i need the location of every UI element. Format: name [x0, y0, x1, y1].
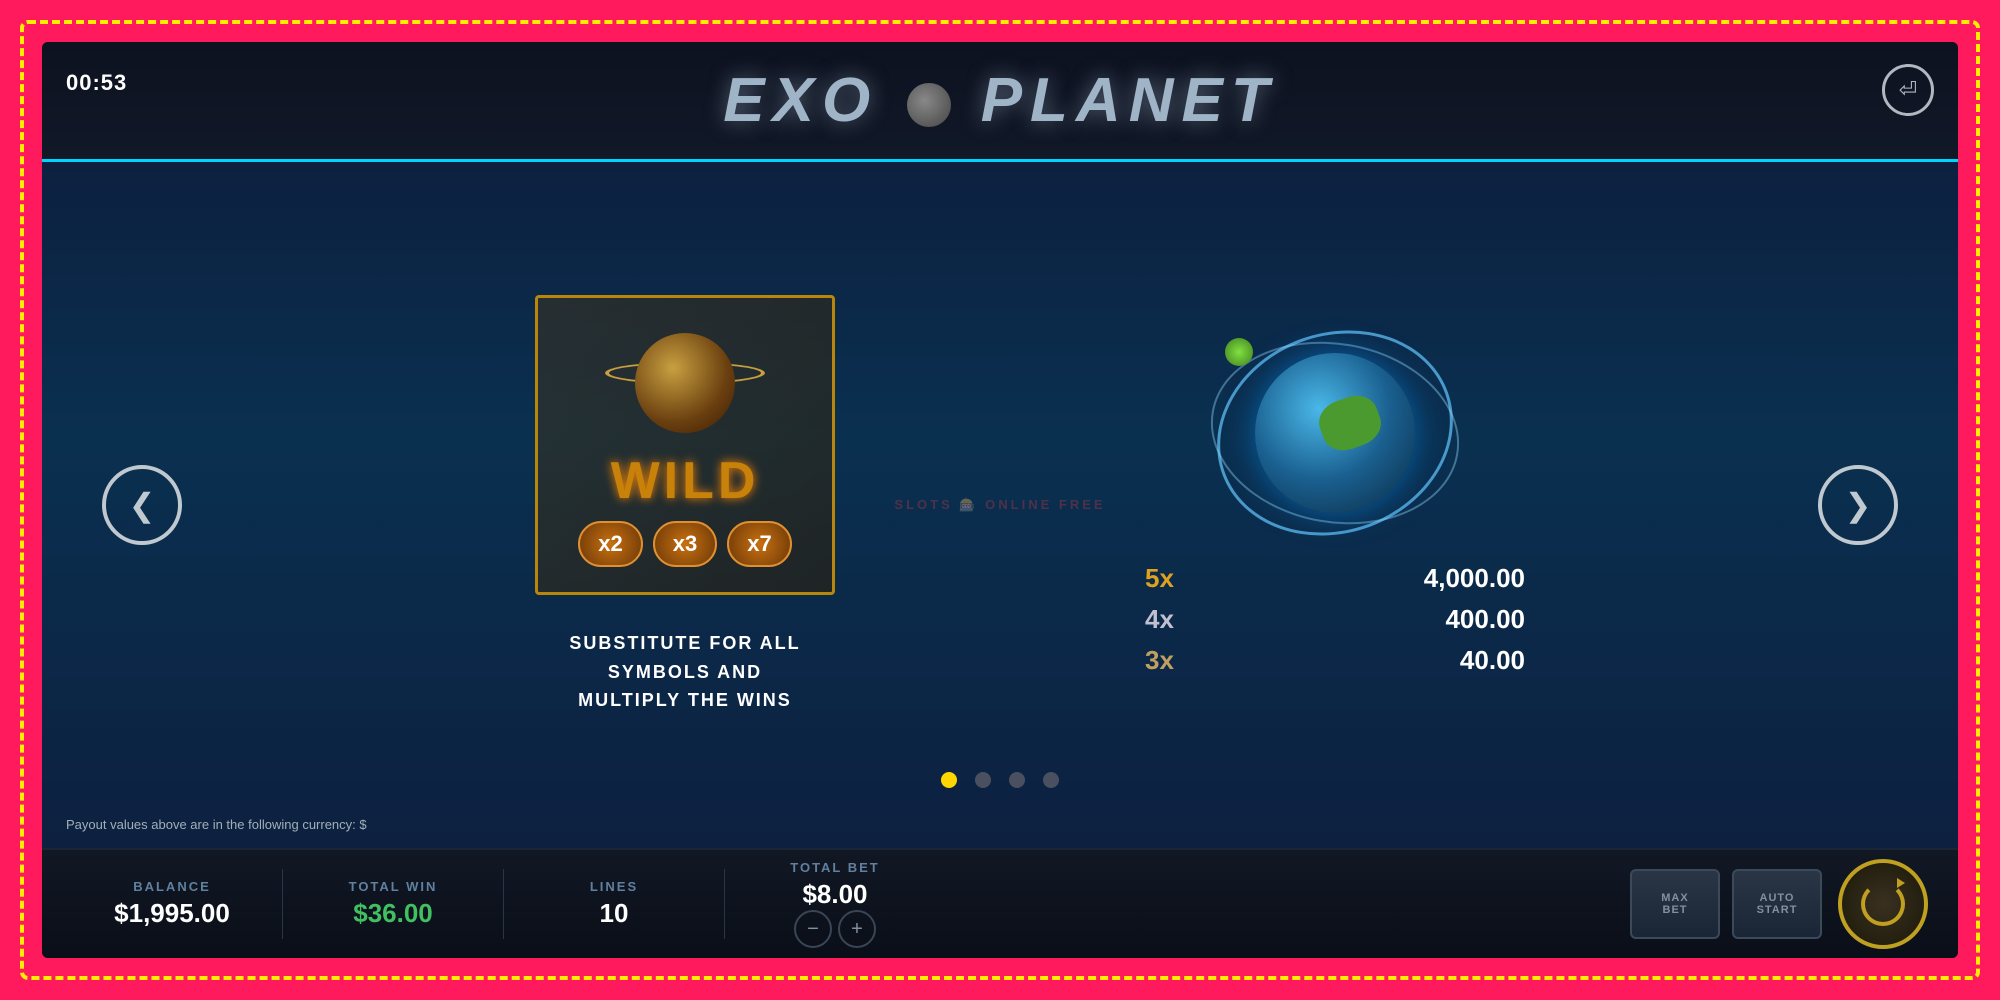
main-container: 00:53 EXO PLANET ⏎ ❮	[42, 42, 1958, 958]
spin-icon	[1861, 882, 1905, 926]
lines-label: LINES	[590, 879, 638, 894]
planet-body	[635, 333, 735, 433]
right-arrow-icon: ❯	[1845, 486, 1872, 524]
total-win-group: TOTAL WIN $36.00	[293, 879, 493, 929]
earth-body	[1255, 353, 1415, 513]
max-bet-button[interactable]: MAX BET	[1630, 869, 1720, 939]
max-bet-label2: BET	[1663, 904, 1688, 916]
payout-row-4x: 4x 400.00	[1145, 604, 1525, 635]
wild-symbol-box: WILD x2 x3 x7	[535, 295, 835, 595]
lines-value: 10	[600, 898, 629, 929]
total-bet-label: TOTAL BET	[790, 860, 880, 875]
panels: WILD x2 x3 x7 SUBSTITUTE FOR ALLSYMBOLS …	[350, 295, 1650, 715]
bet-decrease-button[interactable]: −	[794, 910, 832, 948]
payout-row-3x: 3x 40.00	[1145, 645, 1525, 676]
title-planet: PLANET	[981, 66, 1277, 135]
dot-2[interactable]	[975, 772, 991, 788]
wild-label: WILD	[611, 451, 760, 511]
lines-group: LINES 10	[514, 879, 714, 929]
payout-mult-3x: 3x	[1145, 645, 1174, 676]
balance-label: BALANCE	[133, 879, 211, 894]
max-bet-label: MAX	[1661, 892, 1688, 904]
payout-mult-5x: 5x	[1145, 563, 1174, 594]
payout-mult-4x: 4x	[1145, 604, 1174, 635]
total-bet-value: $8.00	[802, 879, 867, 910]
spin-button[interactable]	[1838, 859, 1928, 949]
earth-planet-graphic	[1205, 323, 1465, 543]
balance-group: BALANCE $1,995.00	[72, 879, 272, 929]
dot-4[interactable]	[1043, 772, 1059, 788]
planet-dot-icon	[907, 83, 951, 127]
watermark-text: SLOTS 🎰 ONLINE FREE	[894, 497, 1105, 513]
wild-panel: WILD x2 x3 x7 SUBSTITUTE FOR ALLSYMBOLS …	[475, 295, 895, 715]
nav-right-button[interactable]: ❯	[1818, 465, 1898, 545]
bet-increase-button[interactable]: +	[838, 910, 876, 948]
header: 00:53 EXO PLANET ⏎	[42, 42, 1958, 162]
planet-panel: 5x 4,000.00 4x 400.00 3x 40.00	[1145, 323, 1525, 686]
footer-note: Payout values above are in the following…	[66, 817, 367, 832]
payout-value-3x: 40.00	[1460, 645, 1525, 676]
payout-value-5x: 4,000.00	[1424, 563, 1525, 594]
auto-start-label2: START	[1757, 904, 1798, 916]
wild-description: SUBSTITUTE FOR ALLSYMBOLS ANDMULTIPLY TH…	[569, 629, 800, 715]
divider-3	[724, 869, 725, 939]
back-button[interactable]: ⏎	[1882, 64, 1934, 116]
nav-left-button[interactable]: ❮	[102, 465, 182, 545]
game-title: EXO PLANET	[723, 65, 1276, 136]
auto-start-label: AUTO	[1760, 892, 1795, 904]
divider-1	[282, 869, 283, 939]
mult-x3: x3	[653, 521, 717, 567]
content-area: ❮ WILD x2 x3 x7	[42, 162, 1958, 848]
payout-value-4x: 400.00	[1445, 604, 1525, 635]
payout-row-5x: 5x 4,000.00	[1145, 563, 1525, 594]
wild-planet-graphic	[605, 323, 765, 443]
bet-controls: − +	[794, 910, 876, 948]
total-win-label: TOTAL WIN	[349, 879, 438, 894]
watermark: SLOTS 🎰 ONLINE FREE	[894, 497, 1105, 513]
earth-continent	[1313, 390, 1386, 458]
bottom-bar: BALANCE $1,995.00 TOTAL WIN $36.00 LINES…	[42, 848, 1958, 958]
payout-table: 5x 4,000.00 4x 400.00 3x 40.00	[1145, 563, 1525, 686]
total-bet-group: TOTAL BET $8.00 − +	[735, 860, 935, 948]
divider-2	[503, 869, 504, 939]
dot-1[interactable]	[941, 772, 957, 788]
title-exo: EXO	[723, 66, 878, 135]
pagination-dots	[941, 772, 1059, 788]
auto-start-button[interactable]: AUTO START	[1732, 869, 1822, 939]
balance-value: $1,995.00	[114, 898, 230, 929]
timer: 00:53	[66, 70, 127, 96]
left-arrow-icon: ❮	[129, 486, 156, 524]
mult-x2: x2	[578, 521, 642, 567]
multipliers-row: x2 x3 x7	[578, 521, 791, 567]
dot-3[interactable]	[1009, 772, 1025, 788]
mult-x7: x7	[727, 521, 791, 567]
total-win-value: $36.00	[353, 898, 433, 929]
